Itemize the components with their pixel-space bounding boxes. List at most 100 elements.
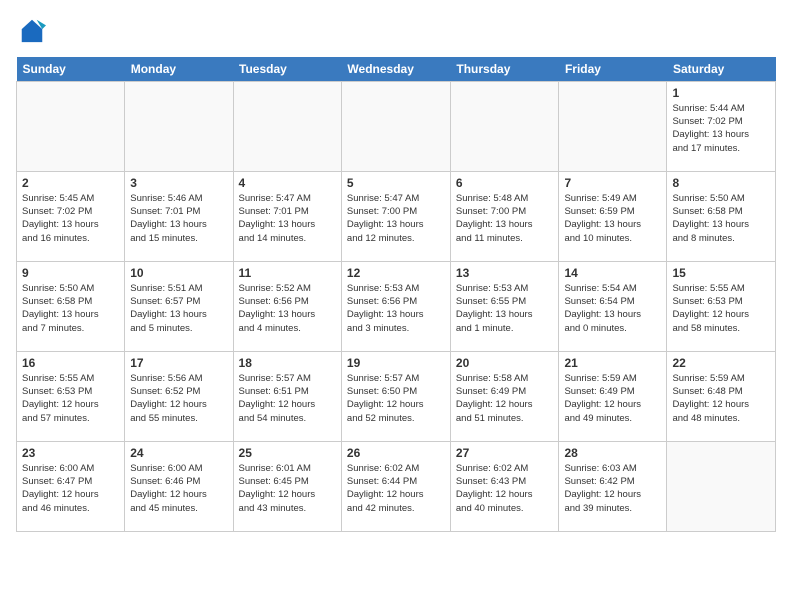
calendar-day-cell: [341, 81, 450, 171]
day-info: Sunrise: 5:59 AM Sunset: 6:49 PM Dayligh…: [564, 372, 661, 425]
calendar-day-cell: 11 Sunrise: 5:52 AM Sunset: 6:56 PM Dayli…: [233, 261, 341, 351]
day-number: 12: [347, 266, 445, 280]
weekday-header: Saturday: [667, 57, 776, 82]
calendar-day-cell: [450, 81, 559, 171]
day-number: 2: [22, 176, 119, 190]
day-info: Sunrise: 5:47 AM Sunset: 7:00 PM Dayligh…: [347, 192, 445, 245]
calendar-day-cell: 26 Sunrise: 6:02 AM Sunset: 6:44 PM Dayli…: [341, 441, 450, 531]
day-number: 22: [672, 356, 770, 370]
day-info: Sunrise: 5:45 AM Sunset: 7:02 PM Dayligh…: [22, 192, 119, 245]
day-info: Sunrise: 5:55 AM Sunset: 6:53 PM Dayligh…: [672, 282, 770, 335]
day-info: Sunrise: 5:48 AM Sunset: 7:00 PM Dayligh…: [456, 192, 554, 245]
day-number: 28: [564, 446, 661, 460]
day-number: 20: [456, 356, 554, 370]
logo-icon: [18, 16, 46, 44]
calendar-day-cell: 27 Sunrise: 6:02 AM Sunset: 6:43 PM Dayli…: [450, 441, 559, 531]
day-number: 24: [130, 446, 227, 460]
day-info: Sunrise: 5:59 AM Sunset: 6:48 PM Dayligh…: [672, 372, 770, 425]
day-info: Sunrise: 5:44 AM Sunset: 7:02 PM Dayligh…: [672, 102, 770, 155]
day-number: 23: [22, 446, 119, 460]
day-number: 6: [456, 176, 554, 190]
calendar-day-cell: 23 Sunrise: 6:00 AM Sunset: 6:47 PM Dayli…: [17, 441, 125, 531]
day-number: 15: [672, 266, 770, 280]
day-number: 1: [672, 86, 770, 100]
day-number: 4: [239, 176, 336, 190]
day-info: Sunrise: 5:53 AM Sunset: 6:56 PM Dayligh…: [347, 282, 445, 335]
calendar-day-cell: [17, 81, 125, 171]
calendar-day-cell: 17Sunrise: 5:56 AM Sunset: 6:52 PM Dayli…: [125, 351, 233, 441]
calendar-day-cell: [125, 81, 233, 171]
calendar-header-row: SundayMondayTuesdayWednesdayThursdayFrid…: [17, 57, 776, 82]
day-number: 19: [347, 356, 445, 370]
day-number: 10: [130, 266, 227, 280]
calendar-day-cell: 13Sunrise: 5:53 AM Sunset: 6:55 PM Dayli…: [450, 261, 559, 351]
day-number: 9: [22, 266, 119, 280]
calendar-day-cell: [559, 81, 667, 171]
weekday-header: Sunday: [17, 57, 125, 82]
day-number: 11: [239, 266, 336, 280]
day-info: Sunrise: 5:53 AM Sunset: 6:55 PM Dayligh…: [456, 282, 554, 335]
day-info: Sunrise: 5:52 AM Sunset: 6:56 PM Dayligh…: [239, 282, 336, 335]
page-header: [16, 16, 776, 49]
day-info: Sunrise: 6:01 AM Sunset: 6:45 PM Dayligh…: [239, 462, 336, 515]
calendar-day-cell: 28 Sunrise: 6:03 AM Sunset: 6:42 PM Dayli…: [559, 441, 667, 531]
day-info: Sunrise: 6:00 AM Sunset: 6:46 PM Dayligh…: [130, 462, 227, 515]
calendar-day-cell: 14 Sunrise: 5:54 AM Sunset: 6:54 PM Dayli…: [559, 261, 667, 351]
day-info: Sunrise: 5:56 AM Sunset: 6:52 PM Dayligh…: [130, 372, 227, 425]
day-number: 14: [564, 266, 661, 280]
calendar-day-cell: 10 Sunrise: 5:51 AM Sunset: 6:57 PM Dayli…: [125, 261, 233, 351]
calendar-week-row: 23 Sunrise: 6:00 AM Sunset: 6:47 PM Dayli…: [17, 441, 776, 531]
day-info: Sunrise: 5:46 AM Sunset: 7:01 PM Dayligh…: [130, 192, 227, 245]
calendar-day-cell: 24 Sunrise: 6:00 AM Sunset: 6:46 PM Dayli…: [125, 441, 233, 531]
day-number: 5: [347, 176, 445, 190]
weekday-header: Tuesday: [233, 57, 341, 82]
calendar-day-cell: 15 Sunrise: 5:55 AM Sunset: 6:53 PM Dayli…: [667, 261, 776, 351]
calendar-day-cell: 18 Sunrise: 5:57 AM Sunset: 6:51 PM Dayli…: [233, 351, 341, 441]
calendar-day-cell: 25Sunrise: 6:01 AM Sunset: 6:45 PM Dayli…: [233, 441, 341, 531]
calendar-day-cell: 1 Sunrise: 5:44 AM Sunset: 7:02 PM Daylig…: [667, 81, 776, 171]
day-info: Sunrise: 5:58 AM Sunset: 6:49 PM Dayligh…: [456, 372, 554, 425]
calendar-day-cell: 3 Sunrise: 5:46 AM Sunset: 7:01 PM Daylig…: [125, 171, 233, 261]
calendar-day-cell: 9 Sunrise: 5:50 AM Sunset: 6:58 PM Daylig…: [17, 261, 125, 351]
day-number: 18: [239, 356, 336, 370]
calendar-week-row: 16Sunrise: 5:55 AM Sunset: 6:53 PM Dayli…: [17, 351, 776, 441]
calendar-day-cell: 22 Sunrise: 5:59 AM Sunset: 6:48 PM Dayli…: [667, 351, 776, 441]
calendar-day-cell: 6 Sunrise: 5:48 AM Sunset: 7:00 PM Daylig…: [450, 171, 559, 261]
day-number: 7: [564, 176, 661, 190]
calendar-day-cell: 21 Sunrise: 5:59 AM Sunset: 6:49 PM Dayli…: [559, 351, 667, 441]
calendar-week-row: 9 Sunrise: 5:50 AM Sunset: 6:58 PM Daylig…: [17, 261, 776, 351]
day-number: 21: [564, 356, 661, 370]
calendar-week-row: 2 Sunrise: 5:45 AM Sunset: 7:02 PM Daylig…: [17, 171, 776, 261]
day-info: Sunrise: 5:50 AM Sunset: 6:58 PM Dayligh…: [22, 282, 119, 335]
weekday-header: Wednesday: [341, 57, 450, 82]
logo: [16, 16, 46, 49]
day-info: Sunrise: 5:51 AM Sunset: 6:57 PM Dayligh…: [130, 282, 227, 335]
day-info: Sunrise: 5:57 AM Sunset: 6:51 PM Dayligh…: [239, 372, 336, 425]
calendar-day-cell: 16Sunrise: 5:55 AM Sunset: 6:53 PM Dayli…: [17, 351, 125, 441]
day-info: Sunrise: 5:54 AM Sunset: 6:54 PM Dayligh…: [564, 282, 661, 335]
day-number: 16: [22, 356, 119, 370]
calendar-day-cell: 8Sunrise: 5:50 AM Sunset: 6:58 PM Daylig…: [667, 171, 776, 261]
calendar-day-cell: 2 Sunrise: 5:45 AM Sunset: 7:02 PM Daylig…: [17, 171, 125, 261]
day-info: Sunrise: 5:50 AM Sunset: 6:58 PM Dayligh…: [672, 192, 770, 245]
weekday-header: Thursday: [450, 57, 559, 82]
day-info: Sunrise: 5:47 AM Sunset: 7:01 PM Dayligh…: [239, 192, 336, 245]
calendar-day-cell: [667, 441, 776, 531]
day-number: 3: [130, 176, 227, 190]
day-info: Sunrise: 6:02 AM Sunset: 6:44 PM Dayligh…: [347, 462, 445, 515]
calendar-day-cell: 20 Sunrise: 5:58 AM Sunset: 6:49 PM Dayli…: [450, 351, 559, 441]
weekday-header: Friday: [559, 57, 667, 82]
day-info: Sunrise: 6:02 AM Sunset: 6:43 PM Dayligh…: [456, 462, 554, 515]
day-info: Sunrise: 6:03 AM Sunset: 6:42 PM Dayligh…: [564, 462, 661, 515]
calendar-day-cell: 12 Sunrise: 5:53 AM Sunset: 6:56 PM Dayli…: [341, 261, 450, 351]
calendar-week-row: 1 Sunrise: 5:44 AM Sunset: 7:02 PM Daylig…: [17, 81, 776, 171]
calendar-day-cell: 19Sunrise: 5:57 AM Sunset: 6:50 PM Dayli…: [341, 351, 450, 441]
day-number: 26: [347, 446, 445, 460]
calendar-day-cell: 5 Sunrise: 5:47 AM Sunset: 7:00 PM Daylig…: [341, 171, 450, 261]
calendar-day-cell: [233, 81, 341, 171]
calendar-table: SundayMondayTuesdayWednesdayThursdayFrid…: [16, 57, 776, 532]
weekday-header: Monday: [125, 57, 233, 82]
day-info: Sunrise: 5:49 AM Sunset: 6:59 PM Dayligh…: [564, 192, 661, 245]
day-info: Sunrise: 6:00 AM Sunset: 6:47 PM Dayligh…: [22, 462, 119, 515]
day-number: 27: [456, 446, 554, 460]
